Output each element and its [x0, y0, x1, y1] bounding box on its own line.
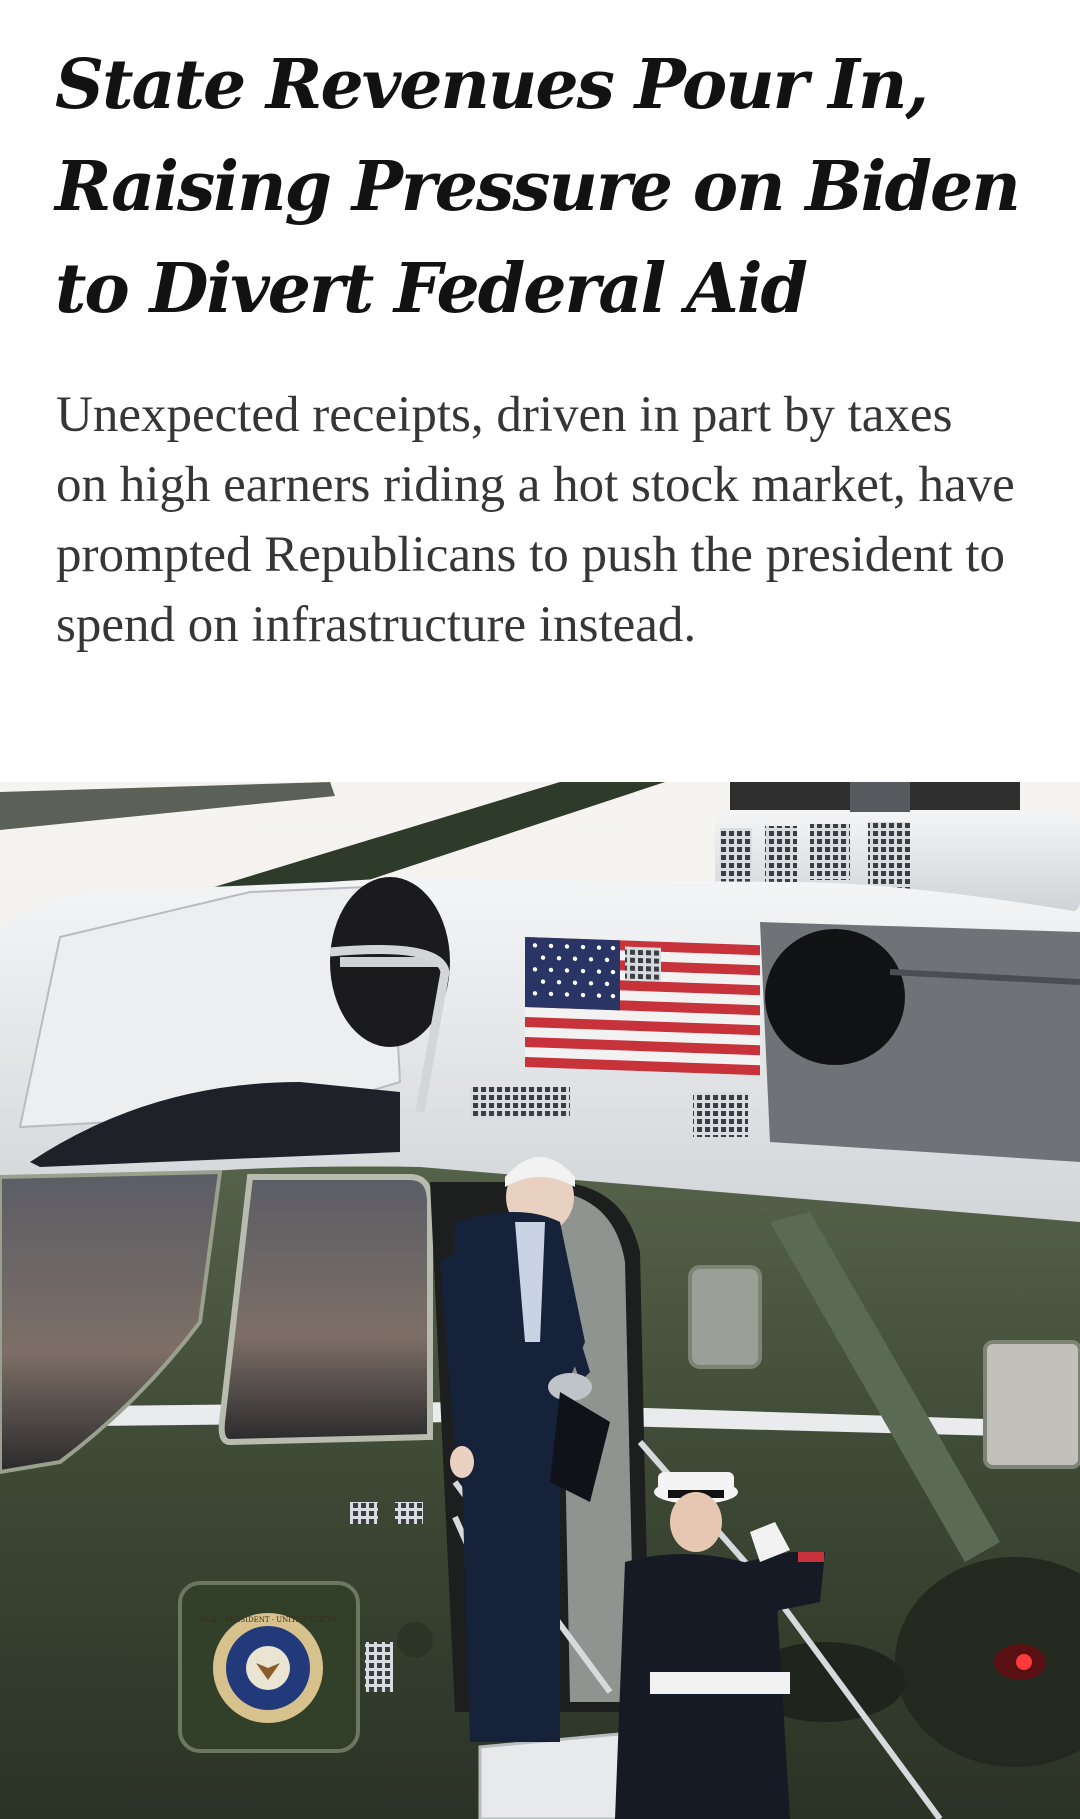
exhaust-right: [760, 922, 1080, 1162]
vent-grill: [350, 1502, 378, 1524]
article-headline[interactable]: State Revenues Pour In, Raising Pressure…: [55, 34, 1045, 340]
seal-inscription: SEAL · PRESIDENT · UNITED STATES: [199, 1616, 337, 1624]
vent-grill: [395, 1502, 423, 1524]
vent-grill: [693, 1092, 748, 1137]
fuselage-bolt: [397, 1622, 433, 1658]
article-summary: Unexpected receipts, driven in part by t…: [56, 387, 1015, 653]
side-window: [983, 1340, 1080, 1469]
article-photo[interactable]: SEAL · PRESIDENT · UNITED STATES: [0, 782, 1080, 1819]
side-window: [218, 1174, 433, 1446]
vent-grill: [470, 1087, 570, 1119]
side-window: [688, 1265, 762, 1369]
american-flag: [525, 937, 760, 1076]
presidential-seal: SEAL · PRESIDENT · UNITED STATES: [178, 1581, 360, 1753]
vent-grill: [365, 1642, 393, 1692]
